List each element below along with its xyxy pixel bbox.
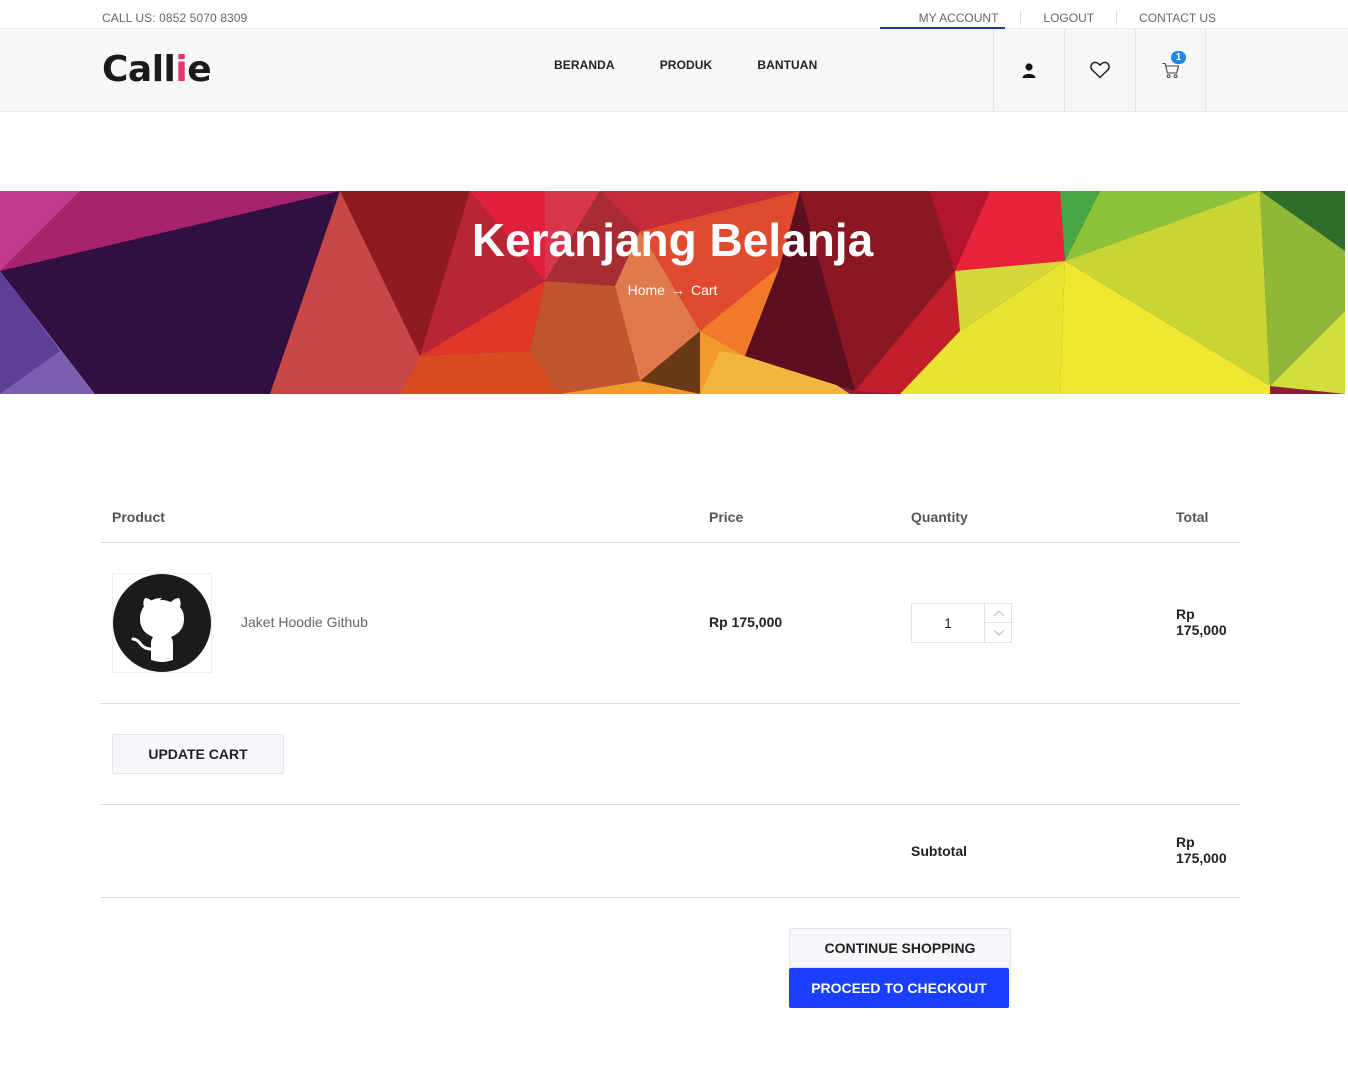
call-us-text: CALL US: 0852 5070 8309 — [102, 11, 248, 25]
cart-button[interactable]: 1 — [1135, 29, 1206, 111]
logo-text-end: e — [187, 49, 212, 90]
subtotal-row: Subtotal Rp 175,000 — [100, 805, 1240, 898]
main-nav: BERANDA PRODUK BANTUAN — [554, 58, 862, 72]
quantity-increase-button[interactable] — [984, 604, 1012, 623]
header-icons: 1 — [993, 29, 1206, 111]
line-total: Rp 175,000 — [1176, 606, 1227, 638]
quantity-input[interactable]: 1 — [912, 604, 984, 642]
heart-icon — [1090, 61, 1110, 79]
line-total-amount: 175,000 — [1176, 622, 1227, 638]
quantity-stepper[interactable]: 1 — [911, 603, 1012, 643]
github-logo-icon — [113, 574, 211, 672]
top-bar: CALL US: 0852 5070 8309 MY ACCOUNT LOGOU… — [0, 0, 1348, 29]
cart-count-badge: 1 — [1171, 51, 1186, 64]
nav-produk[interactable]: PRODUK — [660, 58, 713, 72]
cart-icon — [1162, 62, 1179, 78]
logo-text-accent: i — [175, 49, 188, 90]
subtotal-value: Rp 175,000 — [1176, 834, 1227, 866]
proceed-to-checkout-button[interactable]: PROCEED TO CHECKOUT — [789, 968, 1009, 1008]
header-quantity: Quantity — [911, 509, 968, 525]
subtotal-amount: 175,000 — [1176, 850, 1227, 866]
wishlist-button[interactable] — [1064, 29, 1135, 111]
site-logo[interactable]: Callie — [102, 49, 212, 90]
page-banner: Keranjang Belanja Home → Cart — [0, 191, 1345, 394]
top-links: MY ACCOUNT LOGOUT CONTACT US — [897, 11, 1238, 25]
quantity-decrease-button[interactable] — [984, 623, 1012, 642]
product-price: Rp 175,000 — [709, 614, 783, 630]
cart-table-header: Product Price Quantity Total — [100, 490, 1240, 543]
header-product: Product — [112, 509, 165, 525]
product-name-link[interactable]: Jaket Hoodie Github — [241, 614, 368, 630]
header-price: Price — [709, 509, 744, 525]
contact-us-link[interactable]: CONTACT US — [1116, 11, 1238, 25]
user-icon — [1022, 62, 1036, 78]
page-title: Keranjang Belanja — [471, 214, 874, 266]
breadcrumb-home-link[interactable]: Home — [628, 282, 665, 298]
chevron-down-icon — [993, 629, 1004, 636]
product-thumbnail[interactable] — [112, 573, 212, 673]
subtotal-label: Subtotal — [911, 843, 967, 859]
nav-beranda[interactable]: BERANDA — [554, 58, 615, 72]
line-total-currency: Rp — [1176, 606, 1195, 622]
update-cart-button[interactable]: UPDATE CART — [112, 734, 284, 774]
subtotal-currency: Rp — [1176, 834, 1195, 850]
cart-actions: UPDATE CART — [100, 704, 1240, 805]
main-header: Callie BERANDA PRODUK BANTUAN 1 — [0, 29, 1348, 112]
account-button[interactable] — [993, 29, 1064, 111]
table-row: Jaket Hoodie Github Rp 175,000 1 Rp 175,… — [100, 543, 1240, 704]
logout-link[interactable]: LOGOUT — [1020, 11, 1116, 25]
breadcrumb: Home → Cart — [0, 282, 1345, 298]
logo-text-start: Call — [102, 49, 176, 90]
breadcrumb-current: Cart — [690, 282, 718, 298]
header-total: Total — [1176, 509, 1209, 525]
arrow-right-icon: → — [670, 282, 685, 298]
continue-shopping-button[interactable]: CONTINUE SHOPPING — [789, 928, 1011, 968]
chevron-up-icon — [993, 609, 1004, 616]
nav-bantuan[interactable]: BANTUAN — [757, 58, 817, 72]
my-account-link[interactable]: MY ACCOUNT — [897, 11, 1021, 25]
